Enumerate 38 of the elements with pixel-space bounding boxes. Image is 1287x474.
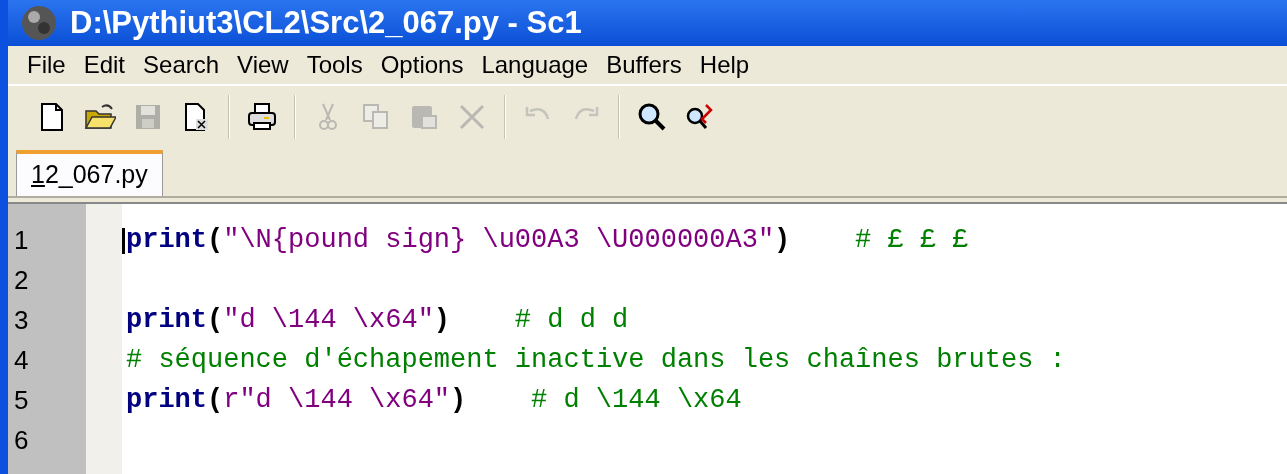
- comment: # d \144 \x64: [531, 385, 742, 415]
- string-literal: r"d \144 \x64": [223, 385, 451, 415]
- line-number: 1: [13, 224, 30, 257]
- search-icon[interactable]: [636, 101, 668, 133]
- text-cursor: [122, 228, 125, 254]
- file-tab[interactable]: 12_067.py: [16, 150, 163, 196]
- code-editor[interactable]: 1 2 3 4 5 6 print("\N{pound sign} \u00A3 \U000000A3") # £ £ £ print("d \144 \x64") # d d d # séquence d'échapement inactive dans les chaînes brutes : print(r"d \144 \x64") # d \144 \x64: [8, 202, 1287, 474]
- line-number: 6: [13, 424, 30, 457]
- keyword: print: [126, 305, 207, 335]
- line-number: 3: [13, 304, 30, 337]
- menu-item[interactable]: Search: [134, 47, 229, 83]
- menu-item[interactable]: File: [18, 47, 75, 83]
- menu-item[interactable]: Language: [472, 47, 598, 83]
- menu-item[interactable]: View: [228, 47, 298, 83]
- operator: (: [207, 225, 224, 255]
- comment: # £ £ £: [855, 225, 969, 255]
- keyword: print: [126, 225, 207, 255]
- string-literal: "\N{pound sign} \u00A3 \U000000A3": [223, 225, 775, 255]
- app-icon: [20, 4, 58, 42]
- menu-item[interactable]: Edit: [74, 47, 135, 83]
- operator: ): [774, 225, 791, 255]
- line-number: 4: [13, 344, 30, 377]
- window-title: D:\Pythiut3\CL2\Src\2_067.py - Sc1: [70, 3, 582, 42]
- line-number: 2: [13, 264, 30, 297]
- menu-item[interactable]: Buffers: [597, 47, 691, 83]
- menu-item[interactable]: Options: [371, 47, 473, 83]
- printer-icon[interactable]: [246, 101, 278, 133]
- menu-item[interactable]: Help: [690, 47, 759, 83]
- string-literal: "d \144 \x64": [223, 305, 434, 335]
- operator: ): [450, 385, 467, 415]
- comment: # d d d: [514, 305, 629, 335]
- keyword: print: [126, 385, 207, 415]
- menu-item[interactable]: Tools: [297, 47, 372, 83]
- operator: (: [207, 385, 224, 415]
- operator: (: [207, 305, 224, 335]
- line-number: 5: [13, 384, 30, 417]
- operator: ): [433, 305, 451, 335]
- comment: # séquence d'échapement inactive dans les chaînes brutes :: [126, 345, 1066, 375]
